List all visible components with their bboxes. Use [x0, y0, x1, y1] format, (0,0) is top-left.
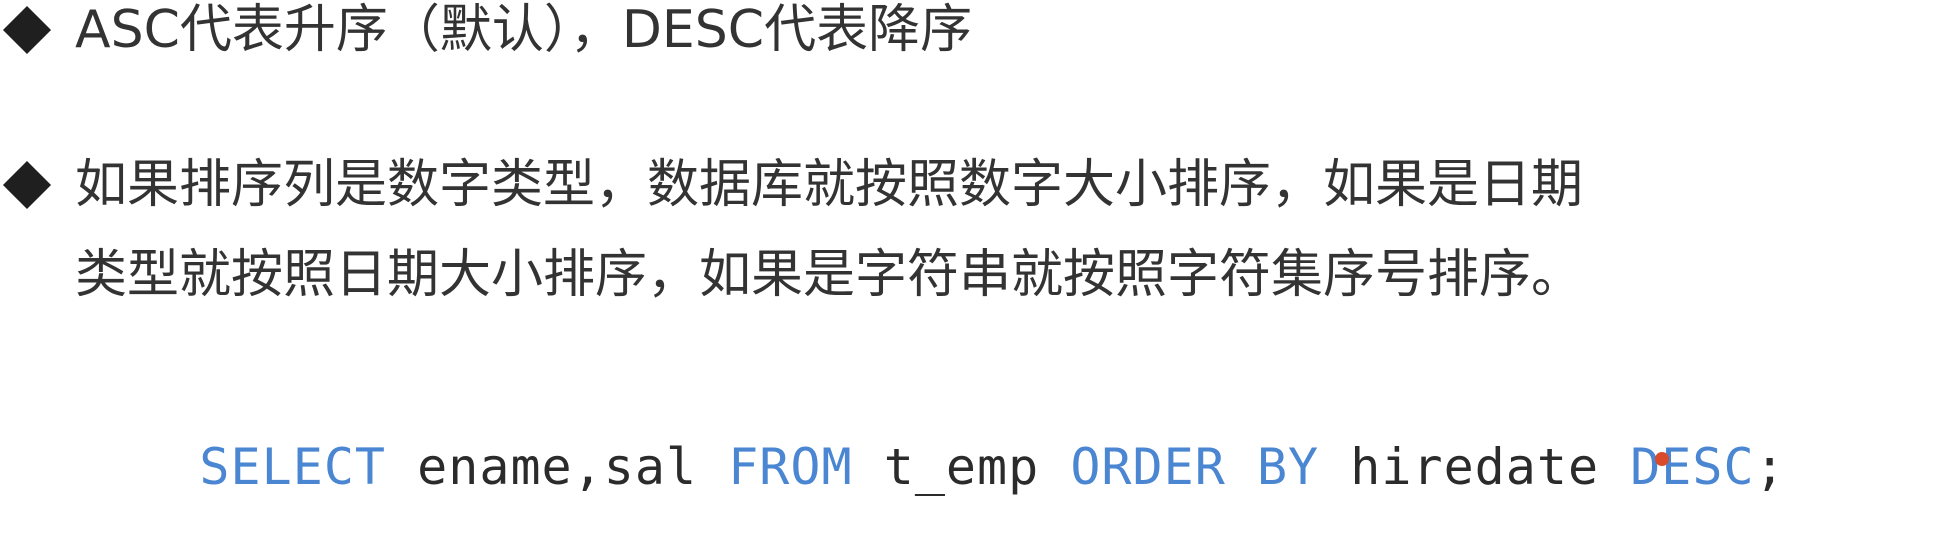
- bullet-2-line-2: 类型就按照日期大小排序，如果是字符串就按照字符集序号排序。: [75, 245, 1584, 305]
- code-token-from: FROM: [728, 438, 853, 496]
- code-token-desc: DESC: [1630, 438, 1755, 496]
- code-token-columns: ename,sal: [386, 438, 729, 496]
- bullet-1-line-1: ASC代表升序（默认），DESC代表降序: [75, 0, 973, 60]
- red-pointer-dot-icon: [1655, 452, 1669, 466]
- code-token-select: SELECT: [199, 438, 387, 496]
- code-token-order-by: ORDER BY: [1070, 438, 1320, 496]
- bullet-2-line-1: 如果排序列是数字类型，数据库就按照数字大小排序，如果是日期: [75, 155, 1584, 215]
- code-token-semicolon: ;: [1754, 438, 1786, 496]
- diamond-bullet-icon: [2, 160, 52, 210]
- code-token-table: t_emp: [852, 438, 1071, 496]
- code-token-hiredate: hiredate: [1319, 438, 1631, 496]
- diamond-bullet-icon: [2, 5, 52, 55]
- sql-code-line: SELECT ename,sal FROM t_emp ORDER BY hir…: [75, 377, 1786, 557]
